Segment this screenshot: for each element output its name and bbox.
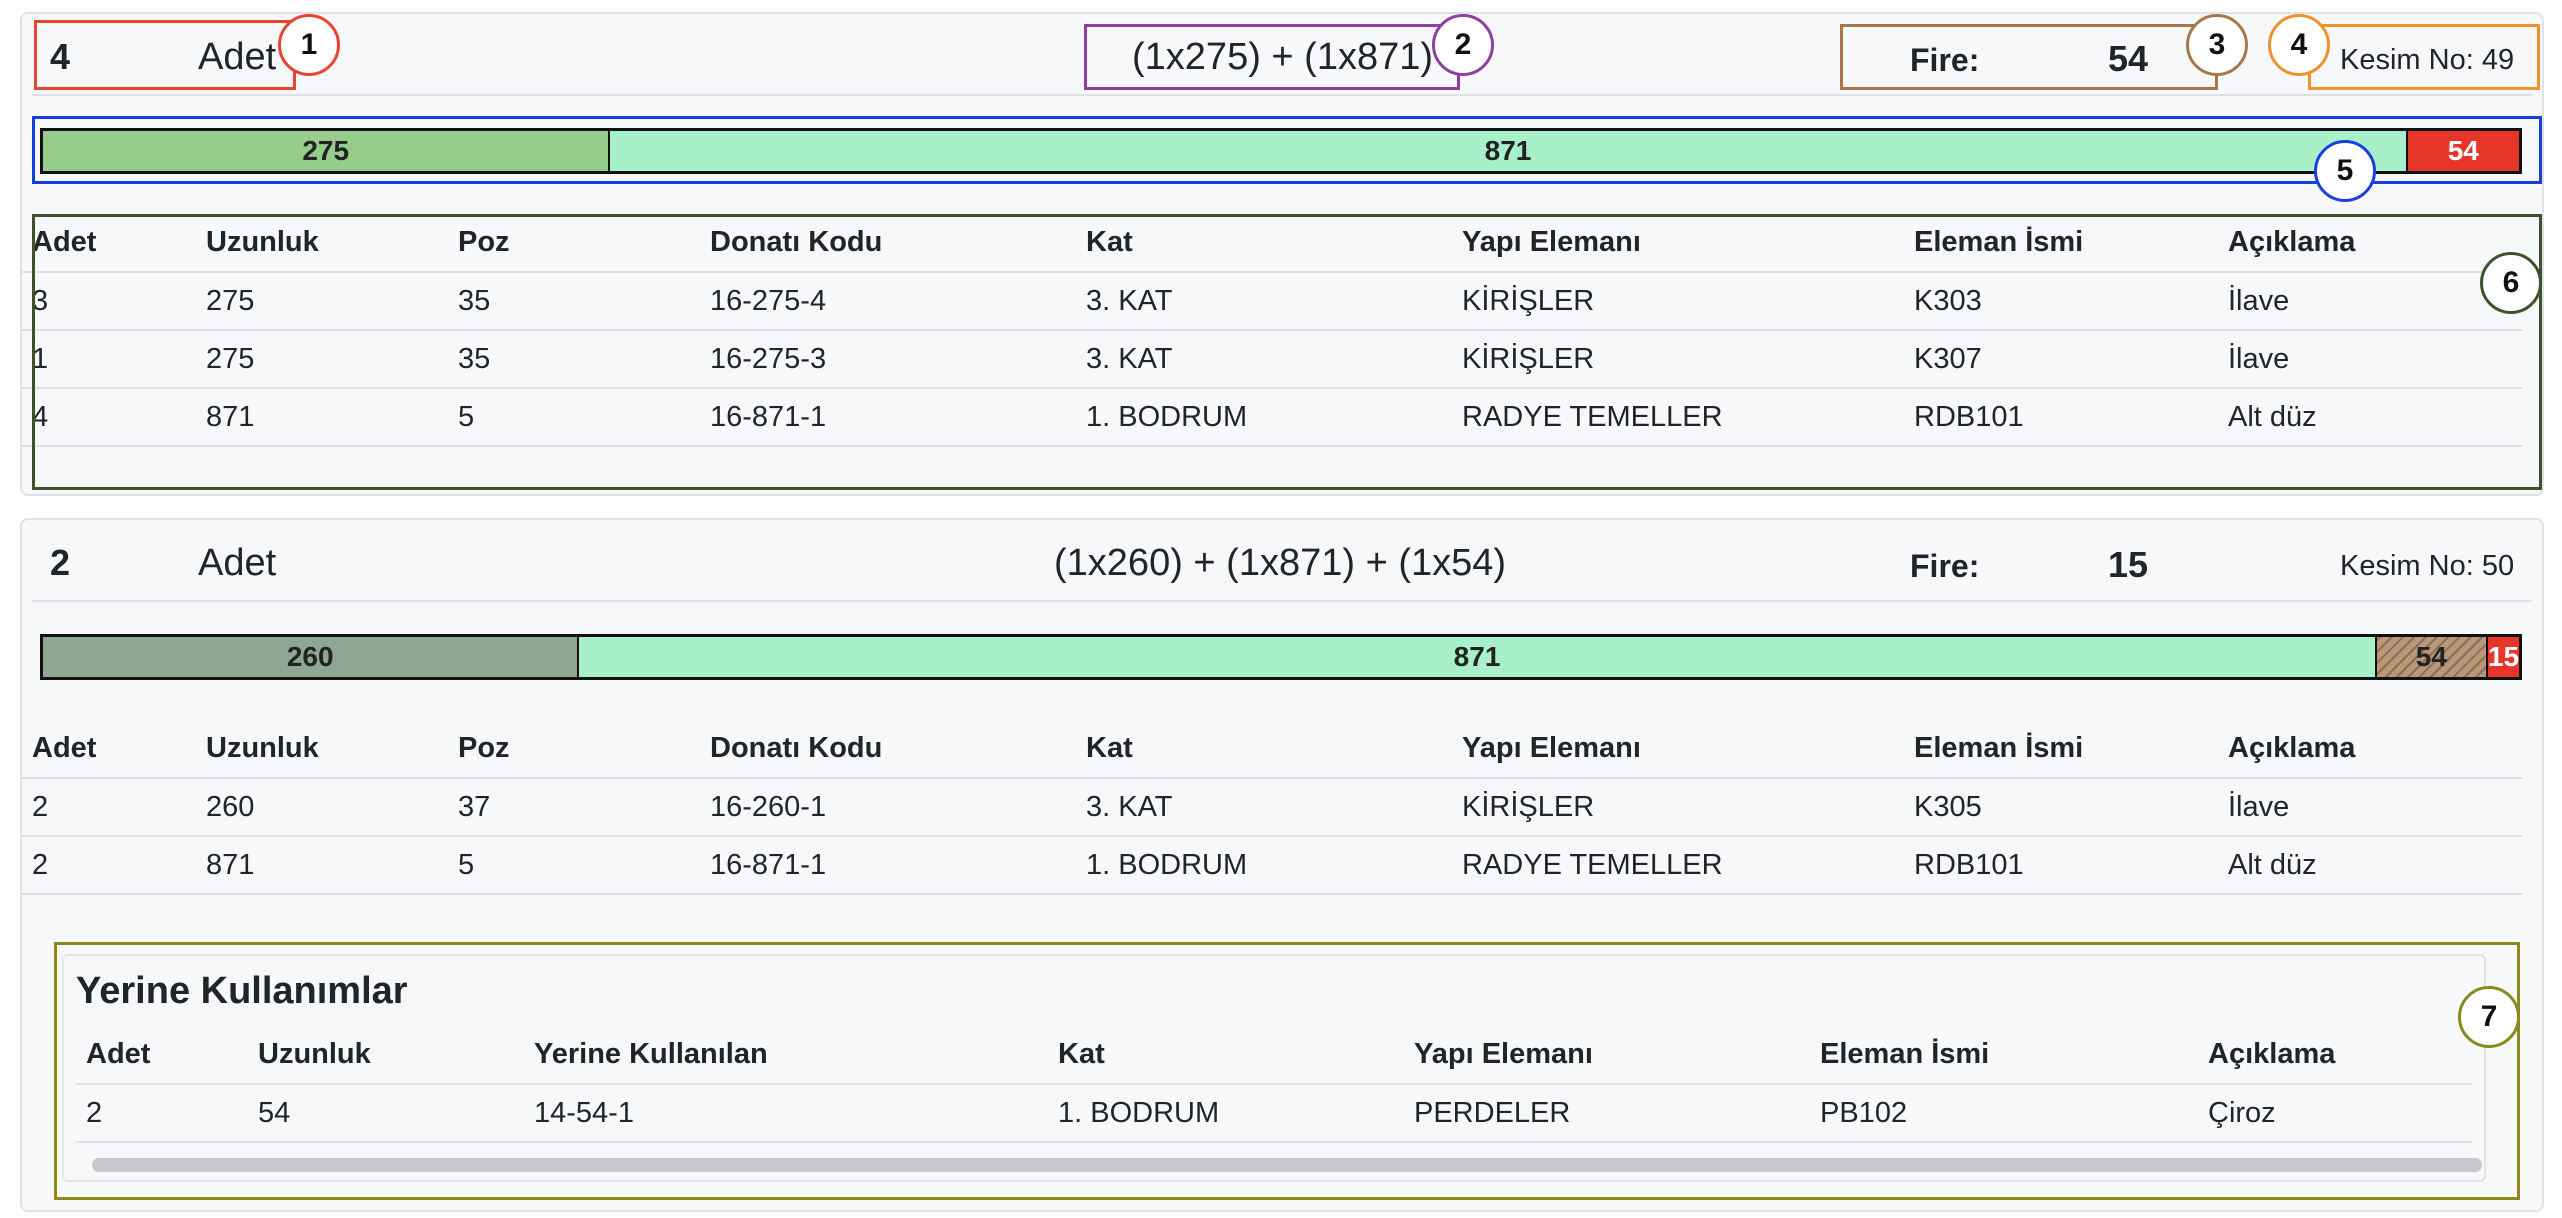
annotation-marker-4: 4 [2268,14,2330,76]
divider [32,94,2532,96]
table-cell: 3. KAT [1076,778,1452,837]
column-header: Kat [1076,720,1452,779]
table-cell: İlave [2218,778,2522,837]
annotation-marker-2: 2 [1432,14,1494,76]
annotation-marker-1: 1 [278,14,340,76]
bar-segment-piece: 871 [579,637,2377,677]
column-header: Eleman İsmi [1904,720,2218,779]
bar-segment-piece: 260 [43,637,580,677]
bar-segment-reuse: 54 [2376,637,2489,677]
table-cell: 1. BODRUM [1076,836,1452,895]
column-header: Poz [448,720,700,779]
table-row[interactable]: 2 260 37 16-260-1 3. KAT KİRİŞLER K305 İlave [22,778,2522,837]
table-cell: 37 [448,778,700,837]
table-cell: Alt düz [2218,836,2522,895]
cut-bar: 260 871 54 15 [40,634,2522,680]
table-cell: RADYE TEMELLER [1452,836,1904,895]
annotation-box-2 [1084,24,1460,90]
annotation-box-3 [1840,24,2218,90]
table-cell: RDB101 [1904,836,2218,895]
kesim-number: Kesim No: 50 [2340,550,2515,582]
divider [32,600,2532,602]
parts-table: Adet Uzunluk Poz Donatı Kodu Kat Yapı Elemanı… [22,720,2522,895]
table-cell: 16-871-1 [700,836,1076,895]
annotation-box-6 [32,214,2542,490]
annotation-marker-5: 5 [2314,140,2376,202]
annotation-box-7 [54,942,2520,1200]
column-header: Adet [22,720,196,779]
fire-label: Fire: [1910,548,1980,584]
table-cell: 16-260-1 [700,778,1076,837]
cut-count-unit: Adet [198,542,277,584]
cut-count: 2 [50,542,71,583]
column-header: Yapı Elemanı [1452,720,1904,779]
annotation-marker-7: 7 [2458,986,2520,1048]
column-header: Uzunluk [196,720,448,779]
table-cell: KİRİŞLER [1452,778,1904,837]
table-cell: 871 [196,836,448,895]
table-cell: 2 [22,778,196,837]
table-cell: 2 [22,836,196,895]
annotation-box-4 [2308,24,2540,90]
fire-value: 15 [2108,544,2149,585]
column-header: Açıklama [2218,720,2522,779]
annotation-marker-6: 6 [2480,252,2542,314]
bar-segment-fire: 15 [2488,637,2519,677]
cut-formula: (1x260) + (1x871) + (1x54) [1054,542,1507,584]
table-row[interactable]: 2 871 5 16-871-1 1. BODRUM RADYE TEMELLER RDB1… [22,836,2522,895]
table-header-row: Adet Uzunluk Poz Donatı Kodu Kat Yapı Elemanı… [22,720,2522,779]
table-cell: 5 [448,836,700,895]
table-cell: K305 [1904,778,2218,837]
table-cell: 260 [196,778,448,837]
annotation-box-1 [34,20,296,90]
annotation-marker-3: 3 [2186,14,2248,76]
column-header: Donatı Kodu [700,720,1076,779]
annotation-box-5 [32,116,2542,184]
